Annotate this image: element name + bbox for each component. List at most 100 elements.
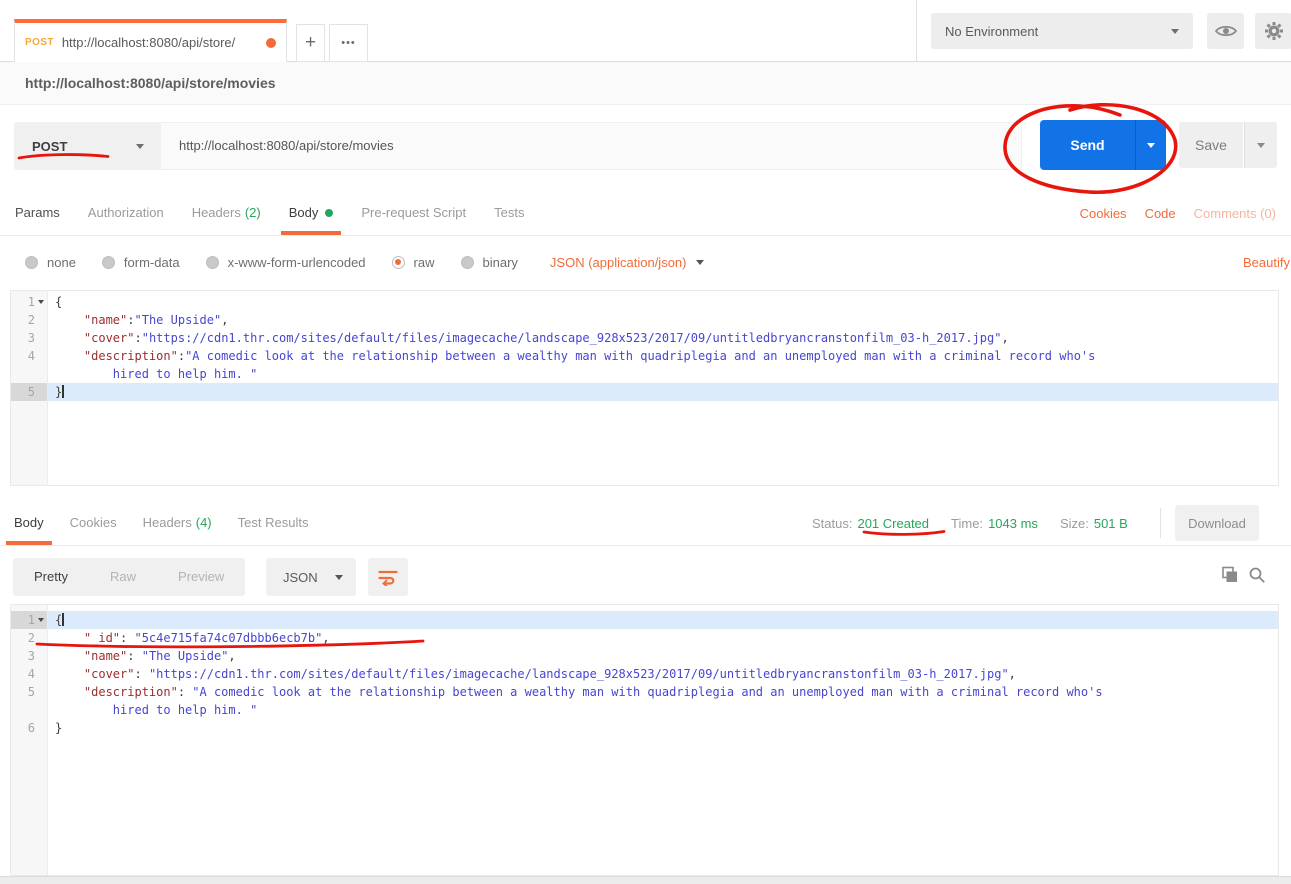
body-type-raw[interactable]: raw [392, 255, 435, 270]
link-comments-0[interactable]: Comments (0) [1194, 206, 1276, 221]
fold-caret-icon[interactable] [38, 300, 44, 304]
token: : [178, 349, 185, 363]
code-text: "cover":"https://cdn1.thr.com/sites/defa… [55, 329, 1009, 347]
token: "description" [84, 685, 178, 699]
content-type-select[interactable]: JSON (application/json) [550, 255, 705, 270]
response-format-select[interactable]: JSON [266, 558, 356, 596]
response-body-editor[interactable]: 1{2 "_id": "5c4e715fa74c07dbbb6ecb7b",3 … [10, 604, 1279, 876]
new-tab-button[interactable]: + [296, 24, 325, 62]
settings-button[interactable] [1255, 13, 1291, 49]
save-button[interactable]: Save [1179, 122, 1243, 168]
line-number: 3 [11, 647, 35, 665]
send-button[interactable]: Send [1040, 120, 1136, 170]
request-tab-links: Cookies Code Comments (0) [1080, 190, 1276, 236]
code-text: "name": "The Upside", [55, 647, 236, 665]
search-response-button[interactable] [1248, 566, 1266, 589]
token: hired to help him. " [55, 367, 257, 381]
token [55, 631, 84, 645]
response-tab-body[interactable]: Body [14, 500, 44, 545]
request-tab-tests[interactable]: Tests [494, 190, 524, 235]
code-text: "description": "A comedic look at the re… [55, 683, 1103, 701]
beautify-link[interactable]: Beautify [1243, 255, 1290, 270]
request-tab-body[interactable]: Body [289, 190, 334, 235]
token: "A comedic look at the relationship betw… [192, 685, 1102, 699]
download-button[interactable]: Download [1175, 505, 1259, 541]
body-type-bar: none form-data x-www-form-urlencoded raw bin… [0, 236, 1291, 288]
fold-caret-icon[interactable] [38, 618, 44, 622]
chevron-down-icon [335, 575, 343, 580]
response-tab-cookies[interactable]: Cookies [70, 500, 117, 545]
request-tab-headers[interactable]: Headers (2) [192, 190, 261, 235]
view-pretty[interactable]: Pretty [13, 558, 89, 596]
active-tab-underline [6, 541, 52, 545]
request-tab-open[interactable]: POST http://localhost:8080/api/store/ [14, 19, 287, 62]
response-tab-headers[interactable]: Headers (4) [143, 500, 212, 545]
response-tab-count: (4) [196, 515, 212, 530]
view-raw[interactable]: Raw [89, 558, 157, 596]
response-tab-label: Body [14, 515, 44, 530]
response-tab-label: Headers [143, 515, 192, 530]
method-select[interactable]: POST [14, 122, 160, 170]
token: } [55, 721, 62, 735]
save-options-button[interactable] [1244, 122, 1277, 168]
line-number: 2 [11, 629, 35, 647]
response-tab-label: Cookies [70, 515, 117, 530]
chevron-down-icon [1147, 143, 1155, 148]
environment-select[interactable]: No Environment [931, 13, 1193, 49]
green-dot [325, 209, 333, 217]
token: , [1001, 331, 1008, 345]
body-type-label: raw [414, 255, 435, 270]
response-view-switcher: PrettyRawPreview [13, 558, 245, 596]
body-type-form-data[interactable]: form-data [102, 255, 180, 270]
line-number: 5 [11, 683, 35, 701]
radio-icon [461, 256, 474, 269]
response-status-group: Status: 201 Created Time: 1043 ms Size: … [812, 500, 1128, 546]
code-line: 2 "name":"The Upside", [11, 311, 1278, 329]
search-icon [1248, 566, 1266, 584]
copy-response-button[interactable] [1220, 566, 1238, 589]
request-tab-pre-request-script[interactable]: Pre-request Script [361, 190, 466, 235]
token: "The Upside" [142, 649, 229, 663]
body-type-binary[interactable]: binary [461, 255, 518, 270]
request-tab-label: Authorization [88, 205, 164, 220]
active-line-highlight [48, 383, 1278, 401]
request-tab-params[interactable]: Params [15, 190, 60, 235]
token: hired to help him. " [55, 703, 257, 717]
url-input[interactable]: http://localhost:8080/api/store/movies [160, 122, 1022, 170]
code-line: 1{ [11, 611, 1278, 629]
more-tabs-button[interactable]: ••• [329, 24, 368, 62]
content-type-label: JSON (application/json) [550, 255, 687, 270]
view-preview[interactable]: Preview [157, 558, 245, 596]
size-value: 501 B [1094, 516, 1128, 531]
code-text: } [55, 383, 64, 401]
divider [1160, 508, 1161, 538]
link-code[interactable]: Code [1145, 206, 1176, 221]
send-options-button[interactable] [1136, 120, 1166, 170]
token: : [134, 667, 148, 681]
radio-icon [102, 256, 115, 269]
environment-quick-look-button[interactable] [1207, 13, 1244, 49]
code-text: "name":"The Upside", [55, 311, 228, 329]
wrap-text-button[interactable] [368, 558, 408, 596]
code-line: 6} [11, 719, 1278, 737]
code-text: "_id": "5c4e715fa74c07dbbb6ecb7b", [55, 629, 330, 647]
request-tab-label: Tests [494, 205, 524, 220]
time-label: Time: [951, 516, 983, 531]
body-type-x-www-form-urlencoded[interactable]: x-www-form-urlencoded [206, 255, 366, 270]
code-text: "cover": "https://cdn1.thr.com/sites/def… [55, 665, 1016, 683]
link-cookies[interactable]: Cookies [1080, 206, 1127, 221]
request-tab-authorization[interactable]: Authorization [88, 190, 164, 235]
code-line: 4 "cover": "https://cdn1.thr.com/sites/d… [11, 665, 1278, 683]
request-body-editor[interactable]: 1{2 "name":"The Upside",3 "cover":"https… [10, 290, 1279, 486]
token: "5c4e715fa74c07dbbb6ecb7b" [134, 631, 322, 645]
code-text: } [55, 719, 62, 737]
line-number: 1 [11, 293, 35, 311]
token: : [134, 331, 141, 345]
body-type-none[interactable]: none [25, 255, 76, 270]
response-tab-test-results[interactable]: Test Results [238, 500, 309, 545]
code-text: "description":"A comedic look at the rel… [55, 347, 1095, 365]
request-tab-label: Params [15, 205, 60, 220]
text-cursor [62, 385, 64, 398]
tab-url-label: http://localhost:8080/api/store/ [62, 35, 260, 50]
code-line: 1{ [11, 293, 1278, 311]
